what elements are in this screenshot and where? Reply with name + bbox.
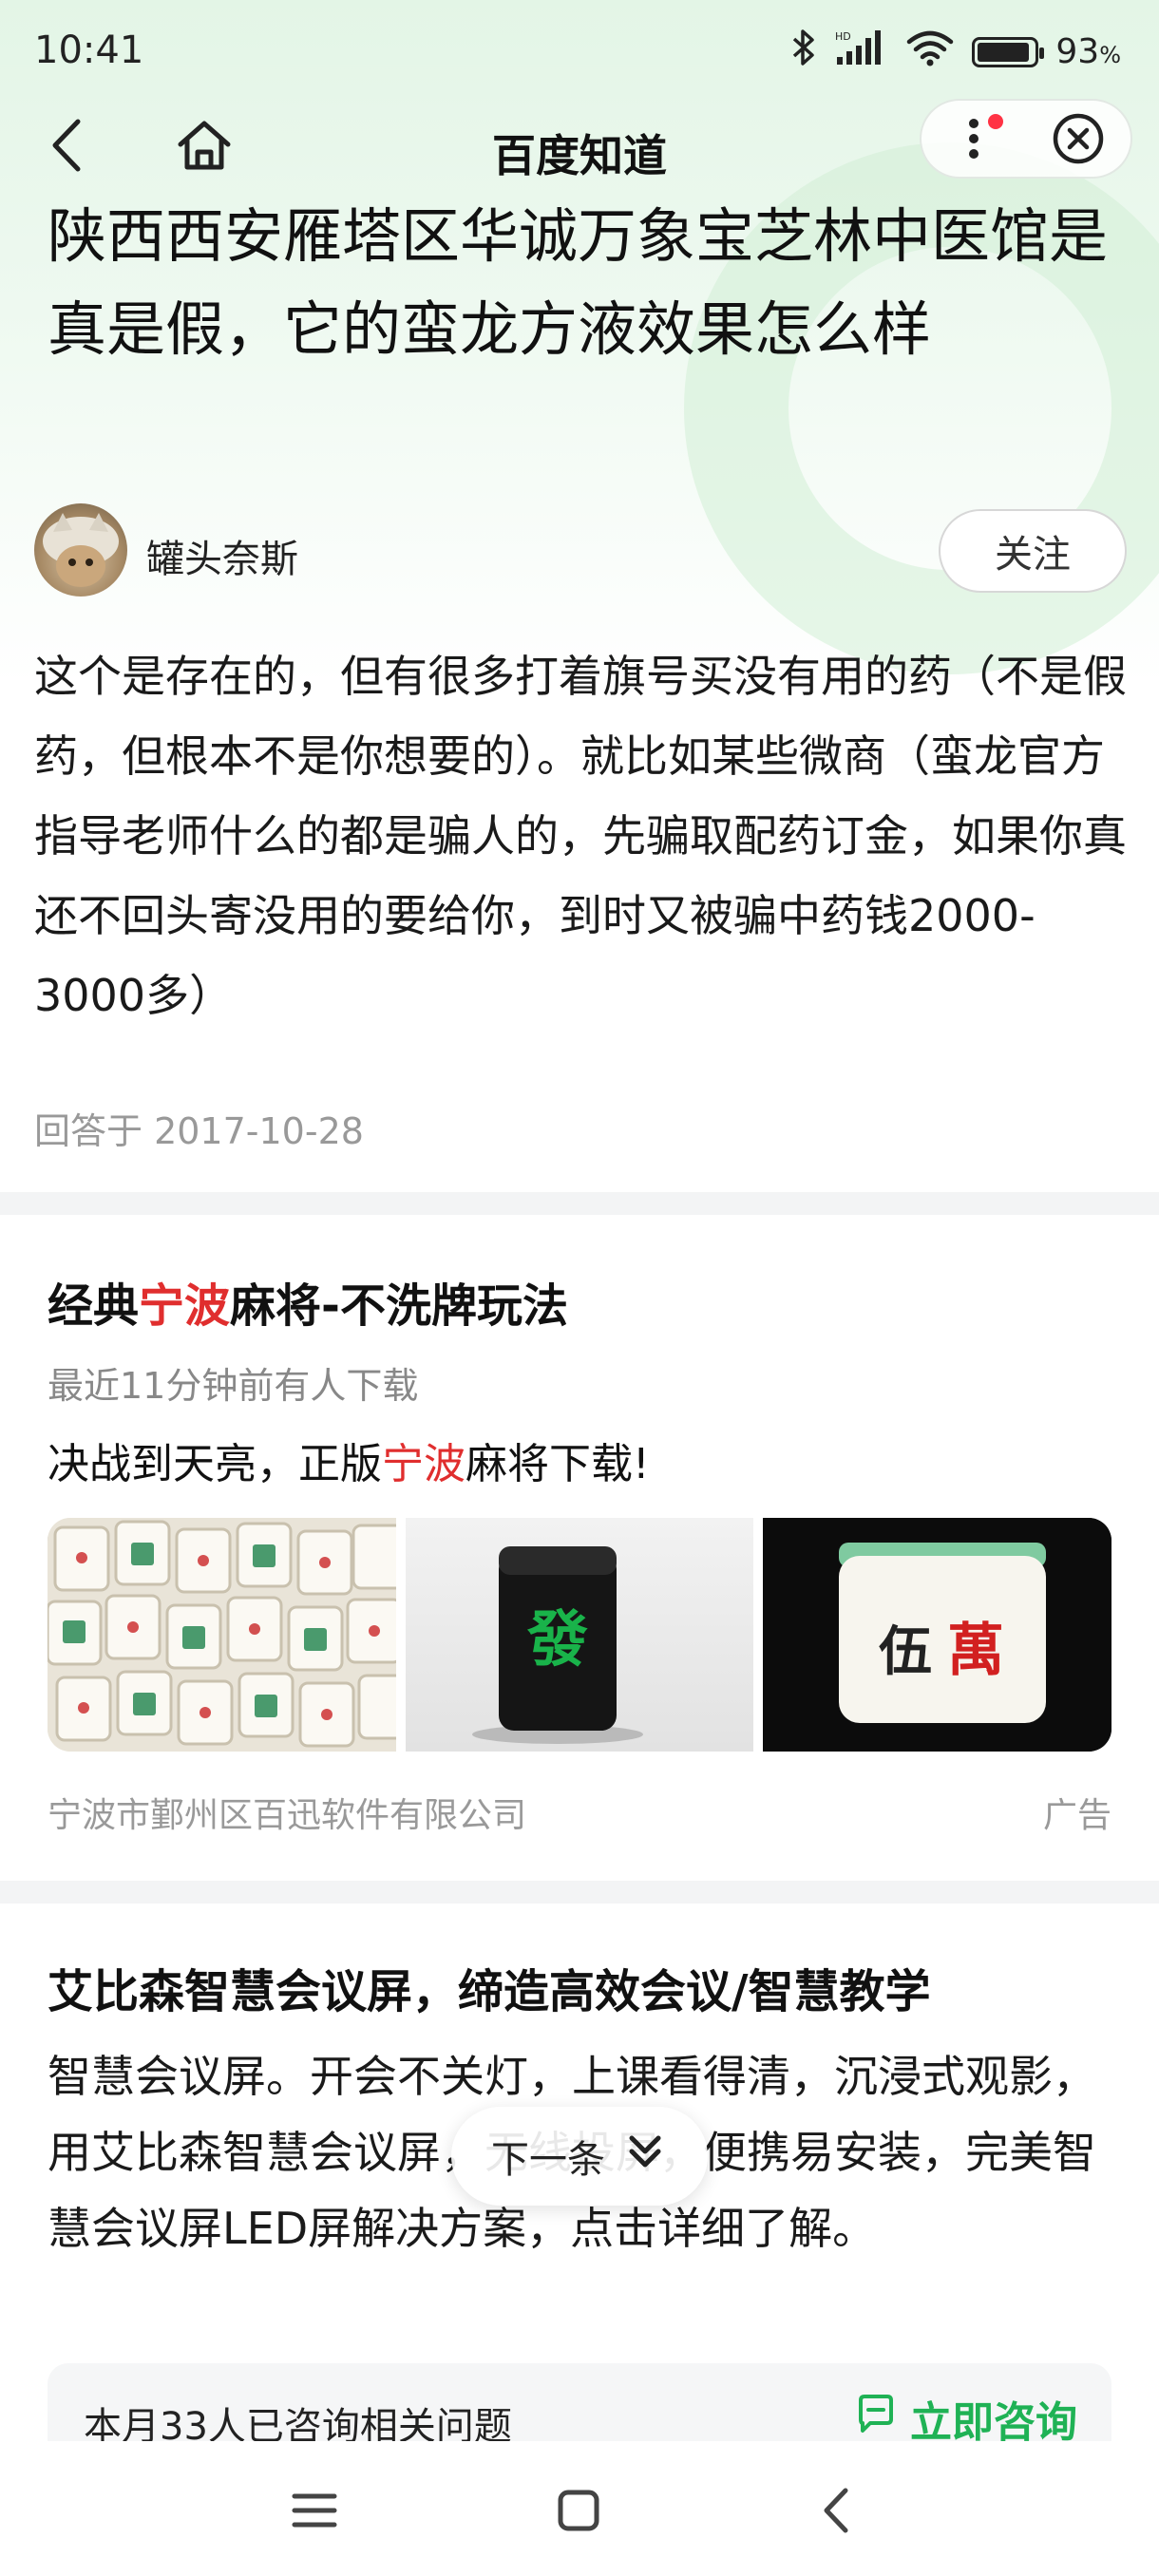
ad-image-gallery[interactable]: 發 伍 萬 [48, 1518, 1112, 1752]
ad-description[interactable]: 决战到天亮，正版宁波麻将下载! [48, 1430, 650, 1490]
section-divider [0, 1192, 1159, 1215]
close-circle-icon[interactable] [1026, 99, 1130, 179]
follow-button[interactable]: 关注 [939, 509, 1127, 593]
green-tile-image[interactable]: 發 [405, 1518, 754, 1752]
question-title: 陕西西安雁塔区华诚万象宝芝林中医馆是真是假，它的蛮龙方液效果怎么样 [48, 201, 1109, 364]
signal-icon: HD [835, 28, 888, 75]
home-square-icon[interactable] [545, 2477, 612, 2544]
mini-program-capsule [920, 99, 1132, 179]
consult-button-label: 立即咨询 [910, 2398, 1077, 2447]
more-vertical-icon[interactable] [922, 99, 1026, 179]
notification-dot [988, 114, 1003, 129]
answer-date: 回答于 2017-10-28 [34, 1110, 364, 1152]
double-chevron-down-icon [622, 2129, 668, 2184]
svg-text:HD: HD [835, 30, 851, 43]
battery-fill [978, 42, 1030, 62]
back-triangle-icon[interactable] [804, 2477, 870, 2544]
ad-title-highlight: 宁波 [139, 1279, 231, 1333]
ad-title-suffix: 麻将-不洗牌玩法 [230, 1279, 568, 1333]
ad-label: 广告 [1042, 1796, 1112, 1835]
svg-text:伍: 伍 [879, 1620, 932, 1683]
bluetooth-icon [789, 28, 818, 75]
mahjong-pile-image[interactable] [48, 1518, 396, 1752]
section-divider [0, 1881, 1159, 1904]
svg-text:萬: 萬 [947, 1618, 1004, 1684]
status-bar: 10:41 HD 93% [0, 0, 1159, 95]
system-navigation-bar [0, 2441, 1159, 2576]
consult-button[interactable]: 立即咨询 [855, 2388, 1077, 2449]
advertiser-name: 宁波市鄞州区百迅软件有限公司 [48, 1796, 527, 1835]
battery-icon [972, 36, 1045, 67]
top-navigation: 百度知道 [0, 95, 1159, 199]
avatar[interactable] [34, 503, 127, 597]
menu-icon[interactable] [281, 2477, 348, 2544]
ad-desc-prefix: 决战到天亮，正版 [48, 1440, 382, 1488]
ad-title[interactable]: 经典宁波麻将-不洗牌玩法 [48, 1268, 568, 1335]
battery-percentage: 93% [1055, 32, 1121, 71]
ad-desc-suffix: 麻将下载! [466, 1440, 650, 1488]
ad-desc-highlight: 宁波 [382, 1440, 466, 1488]
wifi-icon [905, 28, 955, 75]
svg-text:發: 發 [526, 1604, 588, 1676]
chat-bubble-icon [855, 2393, 897, 2445]
status-icons: HD 93% [789, 28, 1121, 75]
status-time: 10:41 [34, 28, 144, 72]
author-name[interactable]: 罐头奈斯 [146, 528, 298, 583]
author-row: 罐头奈斯 关注 [34, 503, 1127, 598]
ad2-title[interactable]: 艾比森智慧会议屏，缔造高效会议/智慧教学 [48, 1954, 931, 2020]
red-tile-image[interactable]: 伍 萬 [763, 1518, 1112, 1752]
ad-subtitle: 最近11分钟前有人下载 [48, 1365, 419, 1407]
next-item-label: 下一条 [491, 2138, 605, 2182]
answer-text: 这个是存在的，但有很多打着旗号买没有用的药（不是假药，但根本不是你想要的）。就比… [34, 651, 1127, 1021]
next-item-button[interactable]: 下一条 [451, 2107, 708, 2206]
ad-title-prefix: 经典 [48, 1279, 140, 1333]
